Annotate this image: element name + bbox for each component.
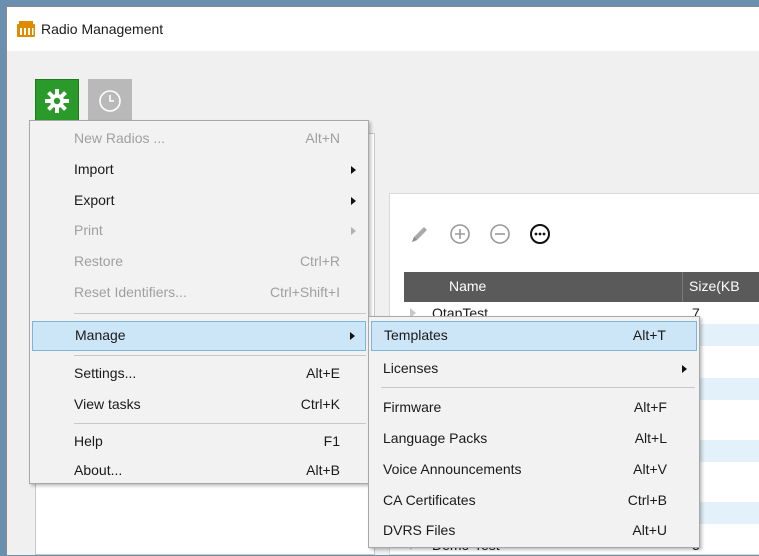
grid-header: Name Size(KB (404, 272, 759, 302)
menu-separator (74, 423, 366, 424)
submenu-item-language-packs[interactable]: Language Packs Alt+L (371, 425, 697, 453)
menu-separator (381, 387, 695, 388)
more-circle-icon (530, 224, 550, 244)
menu-item-about[interactable]: About... Alt+B (32, 457, 366, 485)
add-button[interactable] (448, 222, 472, 246)
submenu-item-firmware[interactable]: Firmware Alt+F (371, 394, 697, 422)
menu-item-import[interactable]: Import (32, 156, 366, 184)
menu-item-view-tasks[interactable]: View tasks Ctrl+K (32, 391, 366, 419)
history-button[interactable] (88, 79, 132, 123)
menu-item-settings[interactable]: Settings... Alt+E (32, 360, 366, 388)
edit-button[interactable] (408, 222, 432, 246)
submenu-arrow-icon (351, 227, 356, 235)
remove-button[interactable] (488, 222, 512, 246)
submenu-item-templates[interactable]: Templates Alt+T (371, 321, 697, 351)
title-bar[interactable]: Radio Management (7, 7, 759, 51)
more-options-button[interactable] (528, 222, 552, 246)
settings-gear-button[interactable] (35, 79, 79, 123)
menu-separator (74, 313, 366, 314)
menu-item-print[interactable]: Print (32, 217, 366, 245)
menu-separator (74, 355, 366, 356)
menu-item-export[interactable]: Export (32, 187, 366, 215)
pencil-icon (412, 227, 427, 242)
submenu-item-ca-certificates[interactable]: CA Certificates Ctrl+B (371, 487, 697, 515)
submenu-item-dvrs-files[interactable]: DVRS Files Alt+U (371, 517, 697, 545)
menu-item-reset-identifiers[interactable]: Reset Identifiers... Ctrl+Shift+I (32, 279, 366, 307)
grid-toolbar (408, 222, 552, 246)
submenu-arrow-icon (350, 332, 355, 340)
submenu-item-licenses[interactable]: Licenses (371, 355, 697, 383)
main-menu: New Radios ... Alt+N Import Export Print… (29, 120, 369, 484)
plus-circle-icon (450, 224, 470, 244)
menu-item-new-radios[interactable]: New Radios ... Alt+N (32, 125, 366, 153)
menu-item-restore[interactable]: Restore Ctrl+R (32, 248, 366, 276)
clock-icon (99, 90, 121, 112)
column-header-size[interactable]: Size(KB (689, 278, 740, 294)
column-header-name[interactable]: Name (449, 278, 486, 294)
column-divider[interactable] (682, 272, 683, 302)
submenu-arrow-icon (351, 197, 356, 205)
submenu-arrow-icon (682, 365, 687, 373)
radio-app-icon (17, 21, 35, 37)
minus-circle-icon (490, 224, 510, 244)
window-title: Radio Management (41, 21, 164, 37)
menu-item-help[interactable]: Help F1 (32, 428, 366, 456)
submenu-arrow-icon (351, 166, 356, 174)
gear-icon (45, 89, 69, 113)
submenu-item-voice-announcements[interactable]: Voice Announcements Alt+V (371, 456, 697, 484)
menu-item-manage[interactable]: Manage (32, 321, 366, 351)
manage-submenu: Templates Alt+T Licenses Firmware Alt+F … (368, 316, 700, 548)
